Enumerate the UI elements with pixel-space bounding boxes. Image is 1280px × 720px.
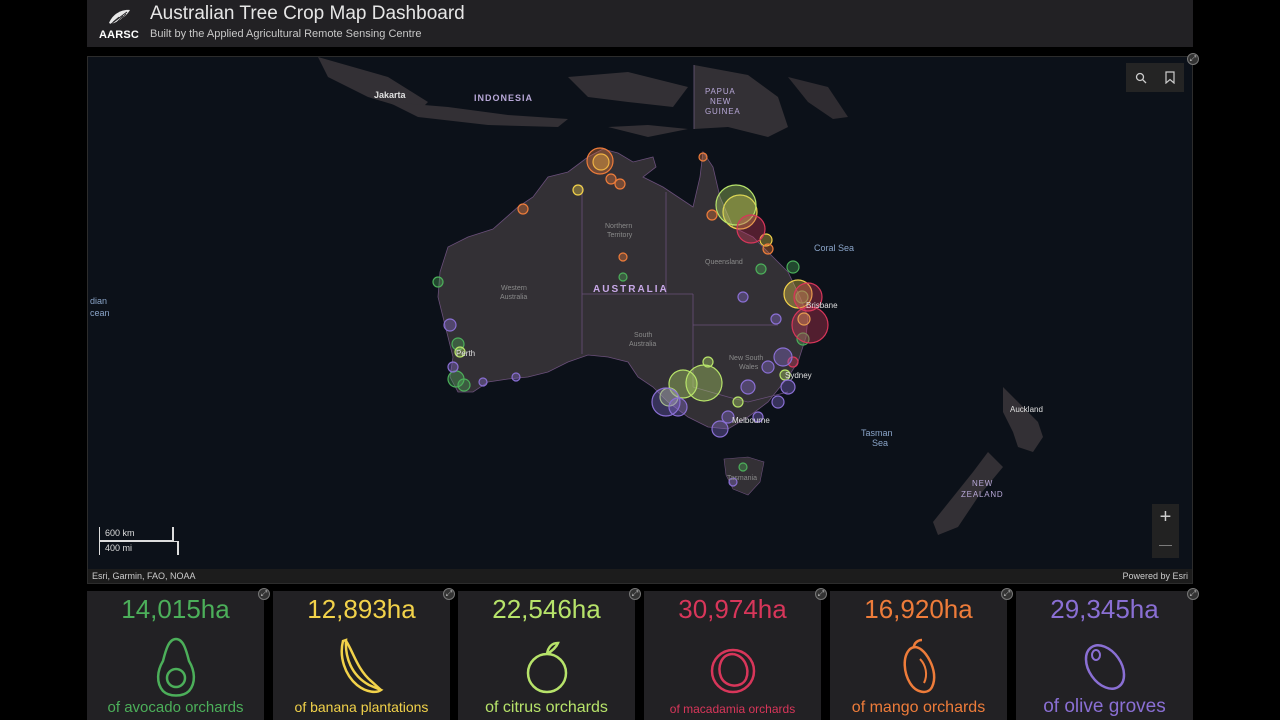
- search-icon: [1135, 72, 1146, 83]
- stat-value: 22,546ha: [492, 594, 601, 624]
- label-wa-1: Western: [501, 285, 527, 292]
- logo-text: AARSC: [98, 29, 140, 41]
- stat-value: 14,015ha: [121, 594, 230, 624]
- stat-label: of mango orchards: [851, 699, 986, 716]
- label-nt-2: Territory: [607, 232, 633, 239]
- page-subtitle: Built by the Applied Agricultural Remote…: [150, 28, 422, 40]
- macadamia-icon: [710, 648, 755, 694]
- label-auckland: Auckland: [1010, 405, 1043, 414]
- scale-km: 600 km: [105, 528, 135, 538]
- page-title: Australian Tree Crop Map Dashboard: [150, 3, 465, 24]
- map-view[interactable]: Jakarta INDONESIA PAPUA NEW GUINEA Coral…: [87, 56, 1193, 584]
- label-sa-1: South: [634, 332, 652, 339]
- label-nz-2: ZEALAND: [961, 490, 1004, 499]
- label-wa-2: Australia: [500, 294, 527, 301]
- bookmark-button[interactable]: [1155, 63, 1184, 92]
- mango-icon: [903, 638, 935, 694]
- label-papua-3: GUINEA: [705, 107, 740, 116]
- aarsc-logo: AARSC: [97, 5, 141, 41]
- attribution-sources: Esri, Garmin, FAO, NOAA: [92, 571, 196, 581]
- label-indian-2: cean: [90, 308, 110, 318]
- zoom-controls: + —: [1152, 504, 1179, 558]
- powered-by-esri[interactable]: Powered by Esri: [1122, 569, 1188, 583]
- stat-expand-icon[interactable]: ⤢: [815, 588, 827, 600]
- label-coral-sea: Coral Sea: [814, 243, 854, 253]
- label-australia: AUSTRALIA: [593, 284, 669, 295]
- dashboard-header: AARSC Australian Tree Crop Map Dashboard…: [87, 0, 1193, 47]
- scale-mi: 400 mi: [105, 543, 133, 553]
- stats-row: 14,015ha of avocado orchards 12,893ha of…: [87, 591, 1193, 720]
- basemap: Jakarta INDONESIA PAPUA NEW GUINEA Coral…: [90, 57, 1043, 535]
- stat-expand-icon[interactable]: ⤢: [629, 588, 641, 600]
- stat-card-banana: 12,893ha of banana plantations: [273, 591, 450, 720]
- stat-value: 12,893ha: [307, 594, 416, 624]
- stat-card-avocado: 14,015ha of avocado orchards: [87, 591, 264, 720]
- stat-expand-icon[interactable]: ⤢: [1187, 588, 1199, 600]
- stat-expand-icon[interactable]: ⤢: [258, 588, 270, 600]
- stat-label: of citrus orchards: [485, 699, 608, 716]
- banana-icon: [340, 638, 384, 694]
- stat-card-olive: 29,345ha of olive groves: [1016, 591, 1193, 720]
- map-toolbar: [1126, 63, 1184, 92]
- stat-card-citrus: 22,546ha of citrus orchards: [458, 591, 635, 720]
- stat-value: 16,920ha: [864, 594, 973, 624]
- label-papua-1: PAPUA: [705, 87, 736, 96]
- stat-label: of banana plantations: [294, 699, 429, 715]
- stat-label: of macadamia orchards: [669, 702, 796, 716]
- label-melbourne: Melbourne: [732, 416, 770, 425]
- stat-expand-icon[interactable]: ⤢: [443, 588, 455, 600]
- stat-value: 29,345ha: [1050, 594, 1159, 624]
- label-sa-2: Australia: [629, 341, 656, 348]
- label-jakarta: Jakarta: [374, 90, 407, 100]
- leaf-logo-icon: [109, 9, 130, 25]
- stat-expand-icon[interactable]: ⤢: [1001, 588, 1013, 600]
- label-nsw-1: New South: [729, 355, 763, 362]
- stat-label: of olive groves: [1043, 696, 1166, 717]
- label-indian-1: dian: [90, 296, 107, 306]
- label-nsw-2: Wales: [739, 364, 759, 371]
- stat-card-mango: 16,920ha of mango orchards: [830, 591, 1007, 720]
- label-nz-1: NEW: [972, 479, 993, 488]
- olive-icon: [1084, 644, 1125, 690]
- search-button[interactable]: [1126, 63, 1155, 92]
- label-tasmania: Tasmania: [727, 475, 757, 482]
- label-papua-2: NEW: [710, 97, 731, 106]
- label-qld: Queensland: [705, 259, 743, 266]
- zoom-in-button[interactable]: +: [1152, 504, 1179, 531]
- bookmark-icon: [1164, 71, 1175, 84]
- citrus-icon: [526, 641, 567, 694]
- stat-card-macadamia: 30,974ha of macadamia orchards: [644, 591, 821, 720]
- label-nt-1: Northern: [605, 223, 632, 230]
- label-indonesia: INDONESIA: [474, 93, 533, 103]
- label-brisbane: Brisbane: [806, 301, 838, 310]
- label-perth: Perth: [456, 349, 475, 358]
- label-tasman-1: Tasman: [861, 428, 893, 438]
- stat-value: 30,974ha: [678, 594, 787, 624]
- map-attribution: Esri, Garmin, FAO, NOAA Powered by Esri: [88, 569, 1192, 583]
- label-tasman-2: Sea: [872, 438, 888, 448]
- zoom-out-button[interactable]: —: [1152, 531, 1179, 558]
- label-sydney: Sydney: [785, 371, 812, 380]
- avocado-icon: [156, 637, 195, 697]
- stat-label: of avocado orchards: [107, 699, 244, 716]
- map-expand-icon[interactable]: ⤢: [1187, 53, 1199, 65]
